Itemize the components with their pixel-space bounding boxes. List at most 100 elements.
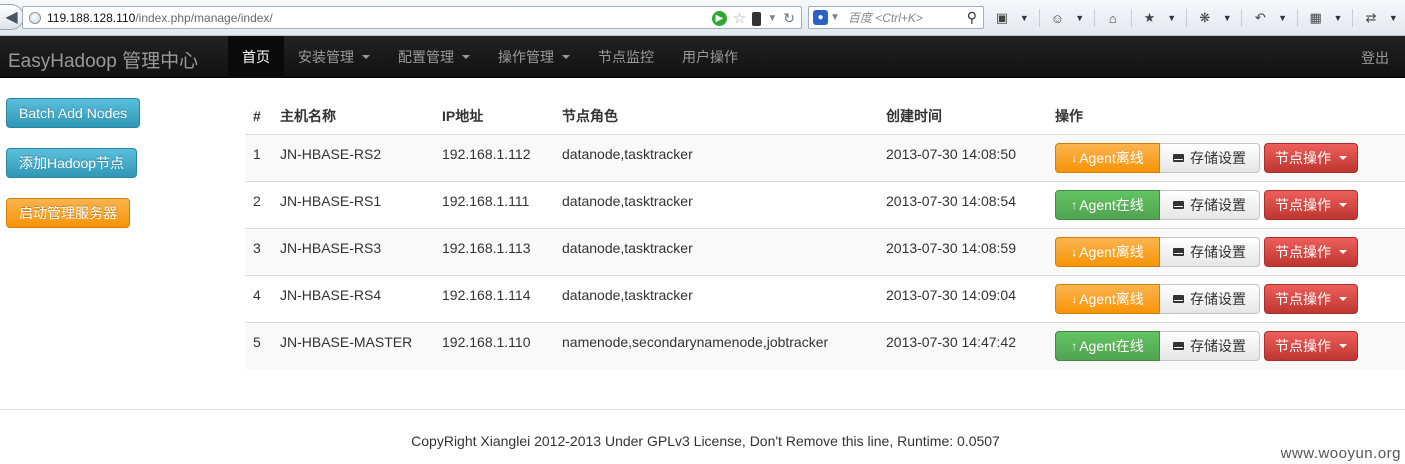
history-dropdown-icon[interactable]: ▼	[767, 13, 777, 24]
row-created: 2013-07-30 14:08:50	[878, 133, 1047, 181]
col-header-actions: 操作	[1047, 98, 1405, 135]
top-navbar: EasyHadoop 管理中心 首页 安装管理 配置管理 操作管理 节点监控 用…	[0, 36, 1405, 78]
menu-dropdown-icon[interactable]: ▼	[1389, 13, 1398, 23]
caret-down-icon	[1339, 202, 1347, 207]
node-operations-button[interactable]: 节点操作	[1264, 142, 1358, 173]
undo-icon[interactable]: ↶	[1252, 10, 1268, 26]
node-operations-label: 节点操作	[1275, 243, 1331, 260]
logout-link[interactable]: 登出	[1361, 48, 1389, 68]
browser-extension-bar: ▣ ▼ ☺ ▼ ⌂ ★ ▼ ❋ ▼ ↶ ▼ ▦ ▼ ⇄ ▼	[994, 6, 1398, 30]
storage-settings-button[interactable]: 存储设置	[1160, 142, 1260, 173]
baidu-icon: ●	[813, 10, 828, 25]
row-index: 1	[245, 133, 272, 181]
nav-item-config[interactable]: 配置管理	[384, 36, 484, 78]
nav-item-label: 节点监控	[598, 49, 654, 65]
storage-settings-button[interactable]: 存储设置	[1160, 283, 1260, 314]
toolbar-separator	[1352, 9, 1354, 27]
sync-icon[interactable]: ⇄	[1363, 10, 1379, 26]
globe-icon	[29, 11, 41, 24]
mobile-icon[interactable]	[752, 11, 762, 26]
arrow-down-icon: ↓	[1071, 150, 1078, 165]
row-index: 3	[245, 227, 272, 275]
storage-settings-label: 存储设置	[1190, 196, 1246, 213]
screenshot-dropdown-icon[interactable]: ▼	[1020, 13, 1029, 23]
toolbar-separator	[1241, 9, 1243, 27]
start-management-server-button[interactable]: 启动管理服务器	[6, 198, 130, 228]
screenshot-icon[interactable]: ▣	[994, 10, 1010, 26]
row-hostname: JN-HBASE-RS2	[272, 133, 434, 181]
go-icon[interactable]: ▶	[711, 11, 727, 26]
col-header-hostname: 主机名称	[272, 98, 434, 135]
nav-item-operations[interactable]: 操作管理	[484, 36, 584, 78]
nav-item-install[interactable]: 安装管理	[284, 36, 384, 78]
add-hadoop-node-button[interactable]: 添加Hadoop节点	[6, 148, 138, 178]
row-role: datanode,tasktracker	[554, 227, 878, 275]
caret-down-icon	[1339, 249, 1347, 254]
storage-settings-button[interactable]: 存储设置	[1160, 330, 1260, 361]
row-hostname: JN-HBASE-RS3	[272, 227, 434, 275]
node-operations-button[interactable]: 节点操作	[1264, 283, 1358, 314]
storage-settings-button[interactable]: 存储设置	[1160, 236, 1260, 267]
apps-dropdown-icon[interactable]: ▼	[1334, 13, 1343, 23]
refresh-icon[interactable]: ↻	[783, 10, 795, 27]
engine-dropdown-icon[interactable]: ▼	[830, 12, 840, 23]
back-arrow-icon: ◀	[5, 9, 18, 26]
arrow-up-icon: ↑	[1071, 338, 1078, 353]
row-role: datanode,tasktracker	[554, 180, 878, 228]
url-host: 119.188.128.110	[47, 10, 136, 25]
address-bar[interactable]: 119.188.128.110/index.php/manage/index/ …	[22, 6, 802, 29]
agent-offline-button[interactable]: ↓ Agent离线	[1055, 283, 1160, 314]
bug-dropdown-icon[interactable]: ▼	[1223, 13, 1232, 23]
home-icon[interactable]: ⌂	[1105, 10, 1121, 26]
bug-icon[interactable]: ❋	[1197, 10, 1213, 26]
brand-logo[interactable]: EasyHadoop 管理中心	[8, 46, 198, 73]
agent-offline-button[interactable]: ↓ Agent离线	[1055, 236, 1160, 267]
storage-settings-button[interactable]: 存储设置	[1160, 189, 1260, 220]
caret-down-icon	[462, 55, 470, 59]
nav-item-monitor[interactable]: 节点监控	[584, 36, 668, 78]
row-ip: 192.168.1.113	[434, 227, 554, 275]
bookmark-star-icon[interactable]: ☆	[733, 11, 746, 26]
search-icon[interactable]: ⚲	[967, 9, 977, 26]
node-operations-label: 节点操作	[1275, 290, 1331, 307]
toolbar-separator	[1296, 9, 1298, 27]
bookmarks-dropdown-icon[interactable]: ▼	[1167, 13, 1176, 23]
col-header-role: 节点角色	[554, 98, 878, 135]
apps-icon[interactable]: ▦	[1308, 10, 1324, 26]
row-index: 5	[245, 321, 272, 369]
watermark: www.wooyun.org	[1280, 445, 1401, 462]
row-actions: ↓ Agent离线 存储设置 节点操作	[1047, 227, 1405, 275]
table-row: 3 JN-HBASE-RS3 192.168.1.113 datanode,taskt…	[245, 227, 1405, 275]
row-index: 2	[245, 180, 272, 228]
search-box[interactable]: ● ▼ 百度 <Ctrl+K> ⚲	[808, 6, 984, 29]
hdd-icon	[1173, 200, 1184, 209]
row-hostname: JN-HBASE-RS1	[272, 180, 434, 228]
bookmarks-icon[interactable]: ★	[1141, 10, 1157, 26]
undo-dropdown-icon[interactable]: ▼	[1278, 13, 1287, 23]
arrow-down-icon: ↓	[1071, 244, 1078, 259]
storage-settings-label: 存储设置	[1190, 337, 1246, 354]
row-actions: ↑ Agent在线 存储设置 节点操作	[1047, 180, 1405, 228]
node-operations-button[interactable]: 节点操作	[1264, 189, 1358, 220]
agent-online-button[interactable]: ↑ Agent在线	[1055, 189, 1160, 220]
arrow-down-icon: ↓	[1071, 291, 1078, 306]
agent-offline-button[interactable]: ↓ Agent离线	[1055, 142, 1160, 173]
row-ip: 192.168.1.111	[434, 180, 554, 228]
smiley-icon[interactable]: ☺	[1049, 10, 1065, 26]
row-created: 2013-07-30 14:08:54	[878, 180, 1047, 228]
batch-add-nodes-button[interactable]: Batch Add Nodes	[6, 98, 141, 128]
row-actions: ↓ Agent离线 存储设置 节点操作	[1047, 133, 1405, 181]
agent-online-button[interactable]: ↑ Agent在线	[1055, 330, 1160, 361]
node-operations-button[interactable]: 节点操作	[1264, 330, 1358, 361]
col-header-created: 创建时间	[878, 98, 1047, 135]
caret-down-icon	[362, 55, 370, 59]
back-button[interactable]: ◀	[0, 4, 24, 30]
toolbar-separator	[1093, 9, 1095, 27]
node-operations-button[interactable]: 节点操作	[1264, 236, 1358, 267]
nav-item-users[interactable]: 用户操作	[668, 36, 752, 78]
nodes-table: # 主机名称 IP地址 节点角色 创建时间 操作 1 JN-HBASE-RS2 19…	[245, 98, 1405, 369]
nav-item-home[interactable]: 首页	[228, 36, 284, 78]
node-operations-label: 节点操作	[1275, 149, 1331, 166]
table-row: 2 JN-HBASE-RS1 192.168.1.111 datanode,taskt…	[245, 180, 1405, 228]
smiley-dropdown-icon[interactable]: ▼	[1075, 13, 1084, 23]
